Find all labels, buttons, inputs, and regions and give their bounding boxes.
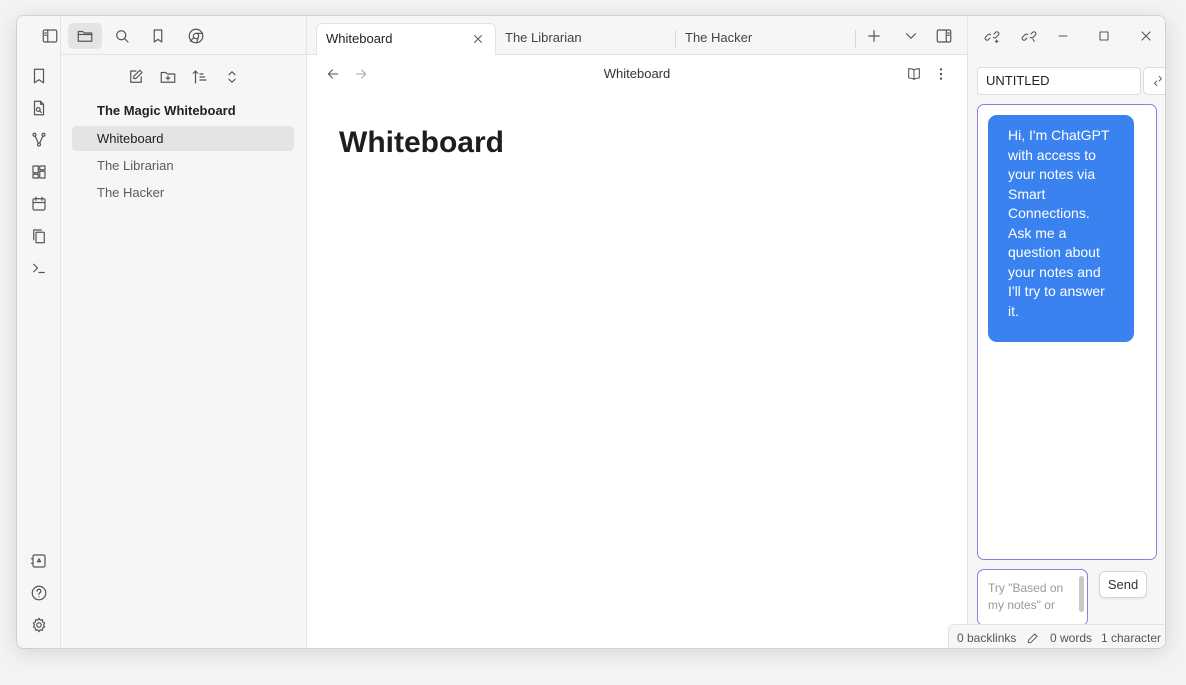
calendar-icon[interactable] (28, 193, 50, 215)
word-count: 0 words (1050, 631, 1093, 645)
backlinks-count[interactable]: 0 backlinks (957, 625, 1016, 648)
new-folder-icon[interactable] (156, 65, 180, 89)
assistant-message: Hi, I'm ChatGPT with access to your note… (988, 115, 1134, 342)
copy-icon[interactable] (28, 225, 50, 247)
tab-divider (855, 30, 856, 48)
status-bar: 0 backlinks 0 words 1 character (948, 624, 1165, 648)
smart-chat-icon[interactable] (1018, 25, 1040, 47)
settings-icon[interactable] (28, 614, 50, 636)
send-button[interactable]: Send (1099, 571, 1147, 598)
input-scrollbar[interactable] (1079, 576, 1084, 612)
tab-the-librarian[interactable]: The Librarian (496, 23, 674, 55)
new-note-icon[interactable] (124, 65, 148, 89)
file-search-icon[interactable] (28, 97, 50, 119)
sort-icon[interactable] (188, 65, 212, 89)
file-item-the-librarian[interactable]: The Librarian (72, 153, 294, 178)
reading-view-icon[interactable] (904, 64, 924, 84)
chat-thread: Hi, I'm ChatGPT with access to your note… (977, 104, 1157, 560)
maximize-icon[interactable] (1093, 25, 1115, 47)
collapse-icon[interactable] (220, 65, 244, 89)
tab-label: The Hacker (685, 30, 753, 45)
app-window: The Magic Whiteboard Whiteboard The Libr… (16, 15, 1166, 649)
close-window-icon[interactable] (1135, 25, 1157, 47)
chevron-down-icon[interactable] (900, 25, 922, 47)
tab-the-hacker[interactable]: The Hacker (676, 23, 852, 55)
search-icon[interactable] (105, 23, 139, 49)
right-topbar (968, 16, 1165, 55)
file-item-the-hacker[interactable]: The Hacker (72, 180, 294, 205)
dashboard-icon[interactable] (28, 161, 50, 183)
bookmark-icon[interactable] (28, 65, 50, 87)
chrome-icon[interactable] (179, 23, 213, 49)
view-header: Whiteboard (307, 56, 967, 92)
sidebar-toggle-icon[interactable] (39, 25, 61, 47)
vault-icon[interactable] (28, 550, 50, 572)
right-sidebar-toggle-icon[interactable] (933, 25, 955, 47)
smart-connections-panel: UNTITLED Hi, I'm ChatGPT with access to … (967, 16, 1165, 648)
minimize-icon[interactable] (1052, 25, 1074, 47)
note-title[interactable]: Whiteboard (339, 126, 504, 160)
tab-whiteboard[interactable]: Whiteboard (316, 23, 496, 55)
help-icon[interactable] (28, 582, 50, 604)
view-title[interactable]: Whiteboard (307, 66, 967, 81)
bookmark-icon[interactable] (141, 23, 175, 49)
file-explorer: The Magic Whiteboard Whiteboard The Libr… (42, 16, 307, 648)
chat-input-placeholder: Try "Based on my notes" or (988, 581, 1064, 612)
smart-connections-icon[interactable] (981, 25, 1003, 47)
file-item-whiteboard[interactable]: Whiteboard (72, 126, 294, 151)
explorer-topbar (61, 16, 306, 55)
folder-icon[interactable] (68, 23, 102, 49)
vault-name[interactable]: The Magic Whiteboard (72, 98, 294, 123)
character-count: 1 character (1101, 631, 1162, 645)
close-icon[interactable] (469, 30, 487, 48)
terminal-icon[interactable] (28, 257, 50, 279)
tab-bar: Whiteboard The Librarian The Hacker (307, 16, 967, 55)
main-editor: Whiteboard The Librarian The Hacker Whit… (307, 16, 967, 648)
graph-icon[interactable] (28, 129, 50, 151)
tab-label: The Librarian (505, 30, 582, 45)
new-tab-icon[interactable] (863, 25, 885, 47)
pencil-icon[interactable] (1025, 630, 1041, 646)
tab-label: Whiteboard (326, 31, 393, 46)
more-options-icon[interactable] (931, 64, 951, 84)
chat-history-icon[interactable] (1143, 67, 1165, 95)
left-ribbon (17, 16, 61, 648)
chat-input[interactable]: Try "Based on my notes" or (977, 569, 1088, 626)
chat-name-input[interactable]: UNTITLED (977, 67, 1141, 95)
